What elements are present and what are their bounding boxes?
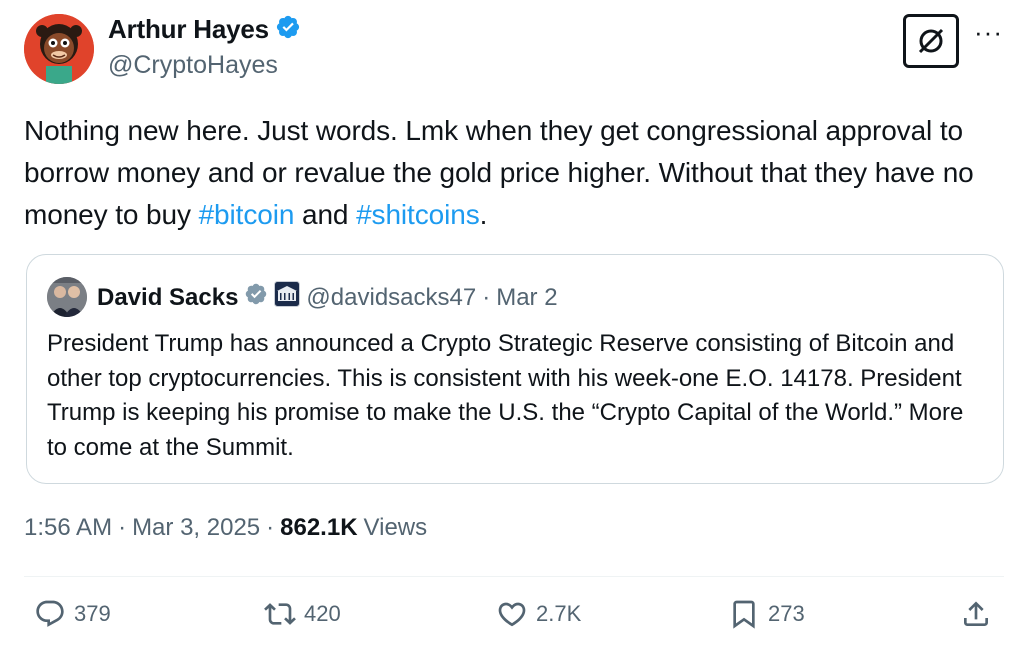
quoted-tweet-text: President Trump has announced a Crypto S…	[47, 330, 964, 461]
bookmark-count: 273	[768, 601, 805, 626]
share-button[interactable]	[960, 598, 992, 630]
quoted-tweet-card[interactable]: David Sacks @davidsacks47 · Mar 2 Presid…	[26, 254, 1004, 484]
hashtag-link[interactable]: #shitcoins	[356, 199, 480, 230]
action-bar: 379 420 2.7K 273	[0, 598, 1024, 638]
author-avatar[interactable]	[24, 14, 94, 84]
reply-button[interactable]: 379	[34, 598, 111, 630]
repost-button[interactable]: 420	[264, 598, 341, 630]
divider	[24, 576, 1004, 577]
separator-dot: ·	[118, 514, 127, 541]
repost-count: 420	[304, 601, 341, 626]
repost-icon	[264, 603, 296, 625]
tweet-text-part: .	[479, 199, 488, 230]
bookmark-button[interactable]: 273	[728, 598, 805, 630]
views-count: 862.1K	[280, 514, 358, 541]
tweet-text-part: and	[294, 199, 357, 230]
quoted-tweet-header: David Sacks @davidsacks47 · Mar 2	[97, 281, 558, 314]
quoted-author-handle[interactable]: @davidsacks47	[306, 284, 476, 312]
tweet-text-part: Nothing new here. Just words. Lmk when t…	[24, 115, 974, 230]
cartoon-avatar-icon	[24, 14, 94, 84]
author-name-row[interactable]: Arthur Hayes	[108, 14, 301, 45]
hashtag-link[interactable]: #bitcoin	[199, 199, 295, 230]
heart-icon	[498, 602, 526, 627]
like-button[interactable]: 2.7K	[496, 598, 581, 630]
author-handle[interactable]: @CryptoHayes	[108, 51, 278, 80]
grok-button[interactable]	[903, 14, 959, 68]
grok-icon	[918, 28, 944, 54]
tweet-meta: 1:56 AM · Mar 3, 2025 · 862.1K Views	[24, 514, 427, 542]
author-name[interactable]: Arthur Hayes	[108, 14, 269, 45]
verified-badge-icon	[275, 14, 301, 45]
quoted-author-avatar[interactable]	[47, 277, 87, 317]
tweet-date[interactable]: Mar 3, 2025	[132, 514, 260, 542]
tweet-time[interactable]: 1:56 AM	[24, 514, 112, 542]
share-icon	[964, 601, 988, 626]
affiliation-badge-icon[interactable]	[274, 281, 301, 314]
like-count: 2.7K	[536, 601, 582, 626]
verified-badge-icon	[244, 282, 268, 313]
photo-avatar-icon	[47, 277, 87, 317]
separator-dot: ·	[266, 514, 275, 541]
bookmark-icon	[733, 600, 755, 629]
quoted-author-name[interactable]: David Sacks	[97, 284, 238, 312]
reply-icon	[36, 600, 64, 627]
more-options-button[interactable]: ···	[974, 19, 1003, 45]
quoted-tweet-date[interactable]: Mar 2	[496, 284, 557, 312]
separator-dot: ·	[482, 283, 491, 311]
reply-count: 379	[74, 601, 111, 626]
views-label: Views	[363, 514, 428, 541]
tweet-text: Nothing new here. Just words. Lmk when t…	[24, 110, 999, 236]
